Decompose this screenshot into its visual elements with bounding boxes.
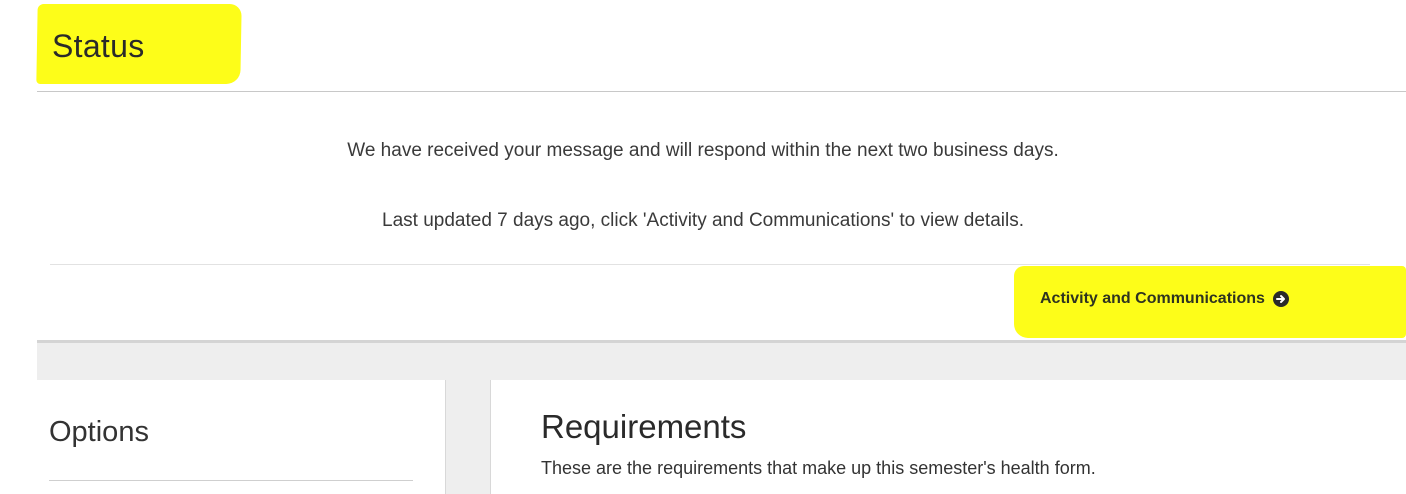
options-title: Options xyxy=(49,416,149,448)
status-divider xyxy=(37,91,1406,92)
status-footer-divider xyxy=(50,264,1370,265)
requirements-title: Requirements xyxy=(541,408,747,445)
options-panel: Options xyxy=(37,380,446,494)
activity-link-label: Activity and Communications xyxy=(1040,290,1265,307)
status-message: We have received your message and will r… xyxy=(347,140,1059,161)
requirements-panel: Requirements These are the requirements … xyxy=(490,380,1406,494)
requirements-description: These are the requirements that make up … xyxy=(541,458,1096,478)
page: Status We have received your message and… xyxy=(0,0,1406,494)
arrow-circle-right-icon xyxy=(1272,291,1289,307)
activity-and-communications-link[interactable]: Activity and Communications xyxy=(1040,290,1289,308)
status-updated-text: Last updated 7 days ago, click 'Activity… xyxy=(382,210,1024,231)
status-title: Status xyxy=(52,28,145,64)
options-divider xyxy=(49,480,413,481)
